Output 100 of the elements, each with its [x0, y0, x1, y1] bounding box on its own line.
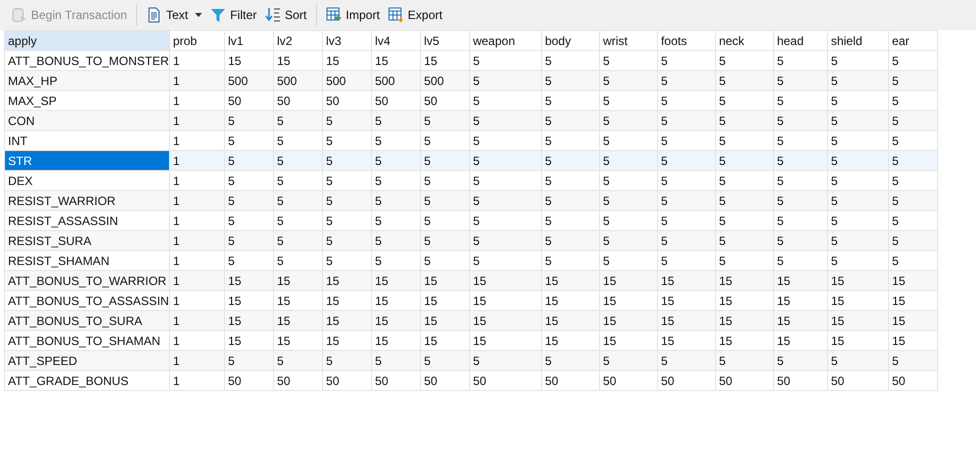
table-cell[interactable]: 5 — [371, 230, 420, 250]
table-cell[interactable]: 5 — [224, 230, 274, 250]
table-cell[interactable]: 5 — [420, 110, 470, 130]
table-cell[interactable]: 5 — [322, 350, 372, 370]
toolbar-button[interactable]: Import — [322, 4, 383, 26]
table-cell[interactable]: 15 — [273, 270, 322, 290]
table-cell[interactable]: 500 — [273, 70, 322, 90]
table-cell[interactable]: 1 — [169, 310, 224, 330]
column-header[interactable]: lv1 — [224, 30, 274, 50]
table-cell[interactable]: 5 — [541, 110, 600, 130]
column-header[interactable]: lv5 — [420, 30, 470, 50]
table-cell[interactable]: RESIST_SURA — [4, 230, 170, 250]
table-cell[interactable]: 5 — [773, 350, 828, 370]
table-cell[interactable]: 15 — [715, 310, 774, 330]
table-cell[interactable]: 5 — [827, 350, 888, 370]
table-cell[interactable]: STR — [4, 150, 170, 170]
table-cell[interactable]: 50 — [371, 370, 420, 390]
table-cell[interactable]: 500 — [420, 70, 470, 90]
table-cell[interactable]: 5 — [657, 190, 716, 210]
table-cell[interactable]: 5 — [773, 110, 828, 130]
table-cell[interactable]: 50 — [420, 370, 470, 390]
table-cell[interactable]: 15 — [888, 270, 938, 290]
column-header[interactable]: lv2 — [273, 30, 322, 50]
table-cell[interactable]: 5 — [322, 190, 372, 210]
table-cell[interactable]: ATT_BONUS_TO_WARRIOR — [4, 270, 170, 290]
table-cell[interactable]: 50 — [888, 370, 938, 390]
table-cell[interactable]: 5 — [888, 350, 938, 370]
table-cell[interactable]: 15 — [657, 270, 716, 290]
column-header[interactable]: wrist — [599, 30, 658, 50]
column-header[interactable]: body — [541, 30, 600, 50]
column-header[interactable]: foots — [657, 30, 716, 50]
table-cell[interactable]: 5 — [599, 190, 658, 210]
table-cell[interactable]: 5 — [322, 150, 372, 170]
table-cell[interactable]: 15 — [541, 270, 600, 290]
table-cell[interactable]: MAX_HP — [4, 70, 170, 90]
table-cell[interactable]: 5 — [322, 230, 372, 250]
table-cell[interactable]: 50 — [657, 370, 716, 390]
table-cell[interactable]: 50 — [541, 370, 600, 390]
table-cell[interactable]: ATT_GRADE_BONUS — [4, 370, 170, 390]
table-cell[interactable]: 15 — [371, 310, 420, 330]
table-cell[interactable]: 5 — [657, 350, 716, 370]
table-cell[interactable]: ATT_SPEED — [4, 350, 170, 370]
table-cell[interactable]: 15 — [827, 310, 888, 330]
table-cell[interactable]: 5 — [420, 190, 470, 210]
table-cell[interactable]: 5 — [773, 230, 828, 250]
table-cell[interactable]: 50 — [469, 370, 542, 390]
table-cell[interactable]: 5 — [773, 190, 828, 210]
table-cell[interactable]: 5 — [469, 350, 542, 370]
table-cell[interactable]: 5 — [469, 110, 542, 130]
table-cell[interactable]: 5 — [469, 230, 542, 250]
table-cell[interactable]: 5 — [371, 150, 420, 170]
table-cell[interactable]: 15 — [420, 310, 470, 330]
toolbar-button[interactable]: Text — [143, 4, 206, 26]
table-cell[interactable]: 5 — [657, 150, 716, 170]
table-cell[interactable]: 15 — [827, 270, 888, 290]
table-cell[interactable]: 5 — [715, 150, 774, 170]
table-cell[interactable]: 5 — [599, 230, 658, 250]
table-cell[interactable]: 5 — [827, 150, 888, 170]
table-cell[interactable]: 5 — [541, 350, 600, 370]
table-cell[interactable]: 50 — [322, 370, 372, 390]
column-header[interactable]: weapon — [469, 30, 542, 50]
table-cell[interactable]: 1 — [169, 190, 224, 210]
table-cell[interactable]: 1 — [169, 370, 224, 390]
table-cell[interactable]: 5 — [224, 350, 274, 370]
table-cell[interactable]: 5 — [827, 190, 888, 210]
table-cell[interactable]: 5 — [827, 70, 888, 90]
table-cell[interactable]: 500 — [371, 70, 420, 90]
table-cell[interactable]: 5 — [599, 150, 658, 170]
table-cell[interactable]: 1 — [169, 350, 224, 370]
table-cell[interactable]: 500 — [224, 70, 274, 90]
table-cell[interactable]: 5 — [273, 110, 322, 130]
table-cell[interactable]: ATT_BONUS_TO_SURA — [4, 310, 170, 330]
table-cell[interactable]: 5 — [273, 150, 322, 170]
table-cell[interactable]: 5 — [773, 70, 828, 90]
table-cell[interactable]: 5 — [715, 230, 774, 250]
table-cell[interactable]: 50 — [827, 370, 888, 390]
table-cell[interactable]: 5 — [773, 150, 828, 170]
table-cell[interactable]: 15 — [599, 310, 658, 330]
table-cell[interactable]: 1 — [169, 270, 224, 290]
table-cell[interactable]: 5 — [469, 190, 542, 210]
table-cell[interactable]: 1 — [169, 110, 224, 130]
table-cell[interactable]: 1 — [169, 150, 224, 170]
table-cell[interactable]: 5 — [371, 110, 420, 130]
table-cell[interactable]: 5 — [888, 150, 938, 170]
table-cell[interactable]: 5 — [827, 230, 888, 250]
table-cell[interactable]: 5 — [599, 110, 658, 130]
table-cell[interactable]: 15 — [657, 310, 716, 330]
table-cell[interactable]: 50 — [273, 370, 322, 390]
table-cell[interactable]: 15 — [322, 270, 372, 290]
table-cell[interactable]: 15 — [322, 310, 372, 330]
table-cell[interactable]: 5 — [657, 110, 716, 130]
table-cell[interactable]: 5 — [420, 230, 470, 250]
table-cell[interactable]: 15 — [773, 310, 828, 330]
table-cell[interactable]: 15 — [541, 310, 600, 330]
table-cell[interactable]: 5 — [541, 70, 600, 90]
table-cell[interactable]: 50 — [715, 370, 774, 390]
table-cell[interactable]: 1 — [169, 230, 224, 250]
table-cell[interactable]: 15 — [715, 270, 774, 290]
toolbar-button[interactable]: Sort — [262, 4, 310, 26]
table-cell[interactable]: 1 — [169, 70, 224, 90]
